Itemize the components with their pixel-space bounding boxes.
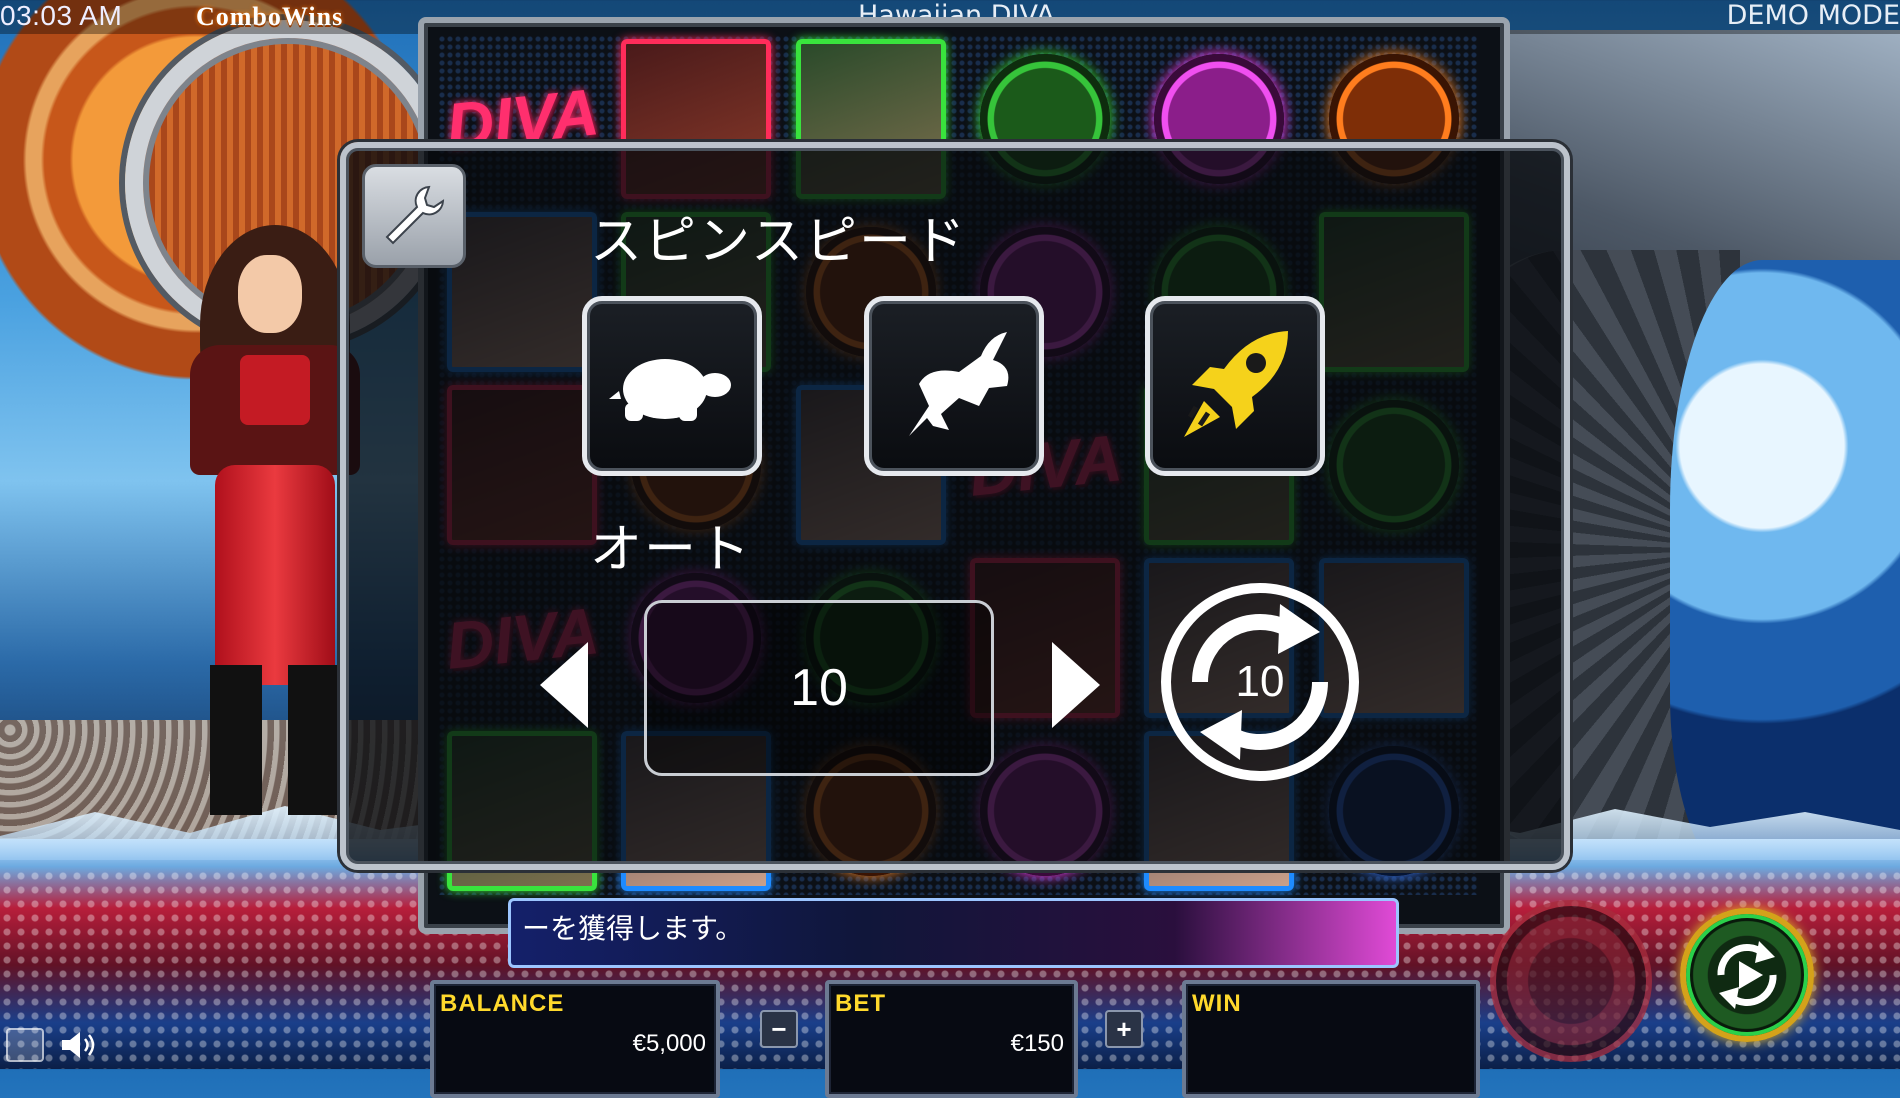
- triangle-right-icon: [1052, 642, 1100, 728]
- spin-button[interactable]: [1490, 900, 1652, 1062]
- clock: 03:03 AM: [0, 0, 123, 31]
- win-label: WIN: [1192, 990, 1242, 1017]
- message-text: ーを獲得します。: [522, 912, 744, 945]
- singer-face: [238, 255, 302, 333]
- plus-icon: +: [1116, 1013, 1132, 1044]
- auto-title: オート: [590, 520, 753, 580]
- wrench-icon: [385, 185, 445, 245]
- autoplay-icon: [1717, 941, 1777, 1009]
- auto-decrease-button[interactable]: [535, 640, 595, 730]
- balance-value: €5,000: [632, 1030, 706, 1057]
- turtle-icon: [609, 359, 731, 421]
- autoplay-button[interactable]: [1680, 908, 1814, 1042]
- speed-slow-button[interactable]: [582, 296, 762, 476]
- settings-button[interactable]: [362, 164, 466, 268]
- minus-icon: −: [771, 1013, 787, 1044]
- auto-count-value: 10: [790, 659, 848, 717]
- singer-boots: [210, 665, 340, 815]
- auto-start-button[interactable]: 10: [1160, 582, 1360, 782]
- speed-normal-button[interactable]: [864, 296, 1044, 476]
- singer-top: [240, 355, 310, 425]
- combowins-logo: ComboWins: [196, 2, 344, 31]
- auto-increase-button[interactable]: [1045, 640, 1105, 730]
- triangle-left-icon: [540, 642, 588, 728]
- wave-decoration: [1670, 260, 1900, 880]
- bet-label: BET: [835, 990, 886, 1017]
- auto-count-display: 10: [644, 600, 994, 776]
- speed-fast-button[interactable]: [1145, 296, 1325, 476]
- rocket-icon: [1184, 331, 1288, 437]
- menu-button[interactable]: [6, 1028, 44, 1062]
- speaker-icon: [62, 1032, 95, 1058]
- balance-label: BALANCE: [440, 990, 565, 1017]
- auto-start-count: 10: [1235, 657, 1285, 706]
- sound-button[interactable]: [60, 1030, 96, 1060]
- bet-value: €150: [1010, 1030, 1064, 1057]
- bet-decrease-button[interactable]: −: [760, 1010, 798, 1048]
- demo-mode-label: DEMO MODE: [1726, 0, 1900, 31]
- rabbit-icon: [909, 332, 1009, 436]
- spin-speed-title: スピンスピード: [590, 212, 967, 272]
- bet-increase-button[interactable]: +: [1105, 1010, 1143, 1048]
- singer-pants: [215, 465, 335, 685]
